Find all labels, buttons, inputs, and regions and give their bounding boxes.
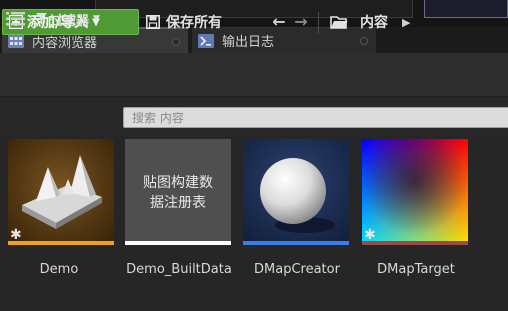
- content-browser-toolbar: [0, 53, 508, 97]
- asset-label: Demo_BuiltData: [126, 262, 232, 277]
- chevron-right-icon[interactable]: ▶: [402, 16, 410, 29]
- asset-type-bar: [362, 241, 468, 245]
- arrow-left-icon[interactable]: ←: [270, 13, 288, 31]
- asset-label: Demo: [39, 262, 79, 277]
- asset-type-bar: [125, 241, 231, 245]
- search-input[interactable]: [123, 107, 508, 128]
- save-all-label: 保存所有: [166, 15, 222, 31]
- thumbnail-text-line: 据注册表: [150, 195, 206, 211]
- log-icon: [198, 33, 214, 48]
- level-thumbnail: [8, 139, 114, 245]
- view-options-icon[interactable]: [6, 11, 26, 27]
- asset-tile-demo[interactable]: ✱: [8, 139, 114, 245]
- tab-close-icon[interactable]: [360, 37, 368, 45]
- material-sphere-thumbnail: [243, 139, 349, 245]
- thumbnail-text-line: 贴图构建数: [143, 175, 213, 191]
- tab-close-icon[interactable]: [172, 38, 180, 46]
- asset-type-bar: [243, 241, 349, 245]
- filter-icon: [36, 13, 47, 25]
- path-breadcrumb[interactable]: 内容 ▶: [330, 9, 430, 35]
- grid-window-icon: [8, 34, 24, 48]
- top-panel-selected[interactable]: [424, 0, 508, 18]
- folder-icon: [330, 16, 348, 29]
- filters-dropdown[interactable]: 过滤器 ▼: [36, 9, 118, 29]
- toolbar-divider: [318, 12, 319, 34]
- asterisk-icon: ✱: [10, 227, 22, 243]
- arrow-right-icon[interactable]: →: [292, 13, 310, 31]
- save-icon: [146, 15, 160, 29]
- asset-label: DMapCreator: [254, 262, 340, 277]
- asset-tile-dmapcreator[interactable]: [243, 139, 349, 245]
- render-target-thumbnail: [362, 139, 468, 245]
- filters-label: 过滤器: [50, 13, 90, 29]
- asterisk-icon: ✱: [364, 227, 376, 243]
- asset-tile-demo-builtdata[interactable]: 贴图构建数 据注册表: [125, 139, 231, 245]
- asset-label: DMapTarget: [377, 262, 455, 277]
- path-folder-label: 内容: [360, 15, 388, 31]
- save-all-button[interactable]: 保存所有: [146, 9, 254, 35]
- asset-type-bar: [8, 241, 114, 245]
- chevron-down-icon: ▼: [93, 14, 100, 24]
- thumbnail-text: 贴图构建数 据注册表: [125, 173, 231, 213]
- asset-tile-dmaptarget[interactable]: ✱: [362, 139, 468, 245]
